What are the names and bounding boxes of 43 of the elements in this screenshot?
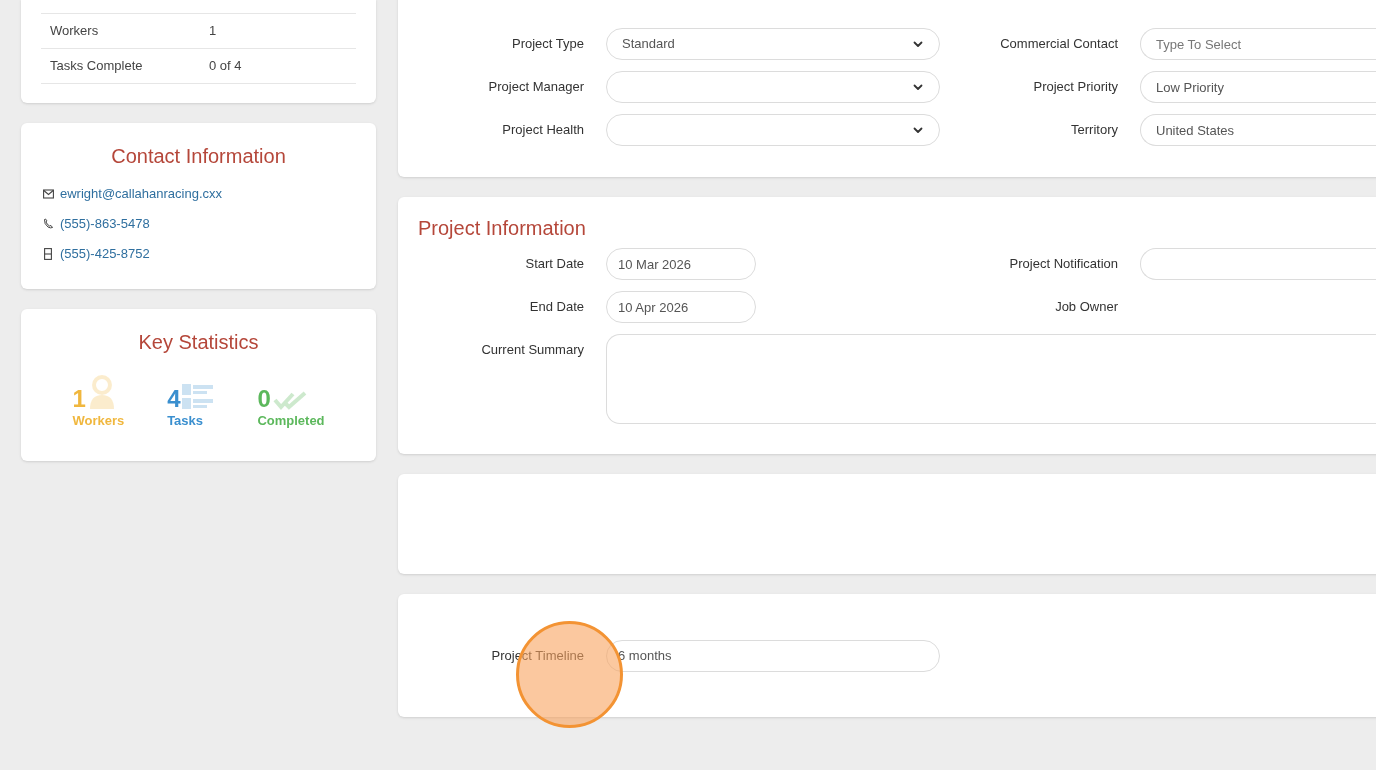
summary-value: 1 [209,22,217,41]
card-title: Project Information [417,216,587,241]
contact-link[interactable]: ewright@callahanracing.cxx [60,183,223,204]
envelope-icon [42,188,54,199]
stat-label: Tasks [167,412,204,430]
stat-value: 1 [72,387,86,411]
stat-value: 0 [257,387,271,411]
field-label: Project Notification [1009,255,1118,274]
field-label: Project Manager [488,78,584,97]
select-field[interactable] [606,114,940,146]
field-label: Project Type [511,35,584,54]
field-label: Project Priority [1033,78,1118,97]
mobile-phone-icon [44,247,52,260]
date-field[interactable]: 10 Mar 2026 [606,248,756,280]
field-label: Territory [1071,121,1118,140]
double-check-icon [272,391,307,411]
field-label: Commercial Contact [1000,35,1118,54]
input-field[interactable]: Type To Select [1140,28,1376,60]
summary-text-area[interactable] [606,334,1376,424]
select-field[interactable]: Standard [606,28,940,60]
phone-icon [42,218,54,229]
input-field[interactable]: United States [1140,114,1376,146]
summary-label: Workers [49,22,100,41]
input-field[interactable] [1140,248,1376,280]
summary-value: 0 of 4 [209,57,242,76]
date-field[interactable]: 10 Apr 2026 [606,291,756,323]
contact-link[interactable]: (555)-425-8752 [60,243,150,264]
contact-link[interactable]: (555)-863-5478 [60,213,150,234]
stat-value: 4 [167,387,181,411]
card-title: Key Statistics [137,330,260,355]
person-icon [87,375,116,411]
list-icon [182,383,215,411]
field-label: Start Date [525,255,584,274]
select-field[interactable] [606,71,940,103]
summary-label: Tasks Complete [49,57,144,76]
field-label: Current Summary [481,341,584,359]
card-title: Contact Information [110,144,287,169]
stat-label: Completed [257,412,325,430]
stat-label: Workers [72,412,125,430]
field-label: End Date [529,298,584,317]
field-label: Job Owner [1055,298,1118,317]
input-field[interactable]: Low Priority [1140,71,1376,103]
field-label: Project Health [502,121,584,140]
